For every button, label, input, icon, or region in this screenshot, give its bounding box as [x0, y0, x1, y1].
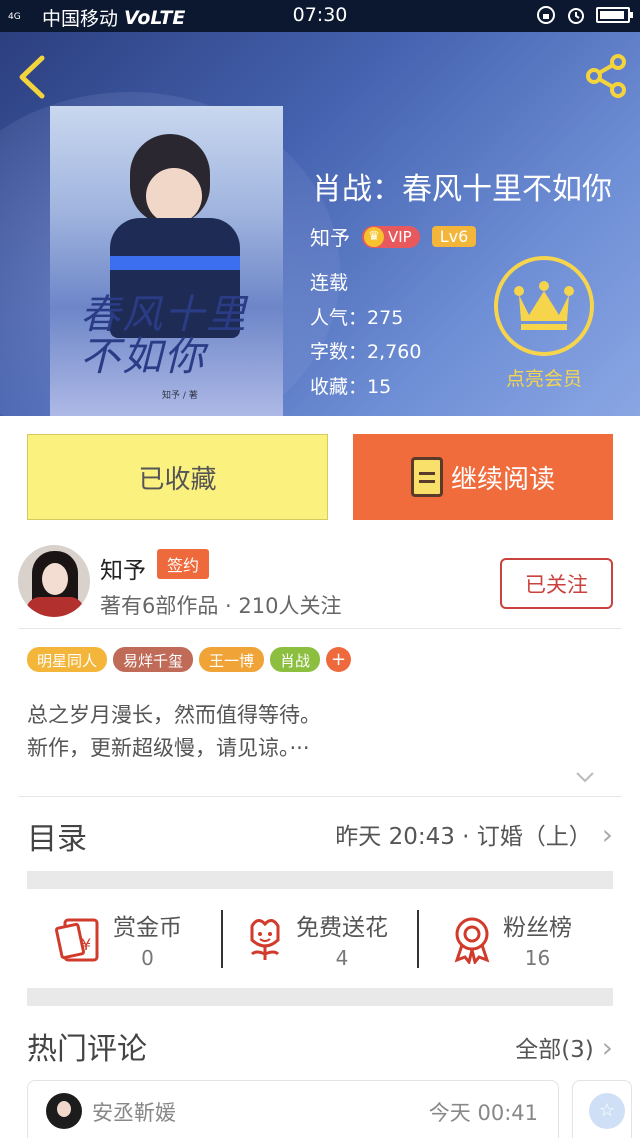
author-avatar[interactable]	[18, 545, 90, 617]
add-tag-button[interactable]: +	[326, 647, 352, 672]
lock-rotation-icon	[537, 6, 555, 24]
section-separator	[27, 871, 613, 889]
chevron-right-icon: ›	[601, 1030, 613, 1064]
book-title: 肖战：春风十里不如你	[312, 172, 612, 207]
member-button[interactable]: 点亮会员	[486, 256, 602, 391]
medal-icon	[454, 917, 490, 964]
latest-chapter-text: 昨天 20:43 · 订婚（上）	[335, 824, 592, 850]
vip-label: VIP	[388, 227, 412, 246]
tag-list: 明星同人 易烊千玺 王一博 肖战 +	[27, 647, 352, 672]
words-stat: 字数：2,760	[310, 341, 422, 363]
status-bar: 4G 中国移动 VoLTE 07:30	[0, 0, 640, 32]
section-separator	[27, 988, 613, 1006]
battery-icon	[596, 7, 633, 23]
book-author-row: 知予 ♛ VIP Lv6	[310, 222, 477, 251]
svg-text:¥: ¥	[81, 935, 91, 954]
level-badge: Lv6	[431, 226, 477, 247]
reward-count: 4	[335, 946, 349, 970]
author-summary: 著有6部作品 · 210人关注	[100, 594, 342, 618]
favorited-button[interactable]: 已收藏	[27, 434, 328, 520]
favorites-stat: 收藏：15	[310, 375, 392, 398]
avatar[interactable]: ☆	[589, 1093, 625, 1129]
book-icon	[410, 457, 443, 497]
description-line: 新作，更新超级慢，请见谅。···	[27, 736, 310, 760]
continue-reading-button[interactable]: 继续阅读	[353, 434, 613, 520]
reward-coins-button[interactable]: ¥ 赏金币 0	[55, 900, 182, 978]
cover-author-art: 知予 / 著	[162, 391, 198, 401]
book-status: 连载	[310, 272, 349, 294]
book-stats: 连载 人气：275 字数：2,760 收藏：15	[310, 266, 421, 404]
crown-icon	[514, 281, 574, 330]
cover-figure-stripe	[110, 256, 240, 270]
tag-chip[interactable]: 易烊千玺	[113, 647, 194, 672]
fan-ranking-button[interactable]: 粉丝榜 16	[449, 900, 572, 978]
back-arrow-icon	[19, 55, 45, 99]
divider	[18, 628, 622, 629]
divider	[18, 796, 622, 797]
popularity-stat: 人气：275	[310, 306, 404, 329]
comment-card[interactable]: 安丞靳媛 今天 00:41	[27, 1080, 559, 1138]
continue-reading-label: 继续阅读	[450, 464, 555, 495]
all-comments-link[interactable]: 全部(3) ›	[515, 1030, 613, 1064]
vip-badge: ♛ VIP	[362, 225, 420, 248]
alarm-icon	[568, 8, 584, 24]
comment-card[interactable]: ☆	[572, 1080, 632, 1138]
member-ring	[494, 256, 594, 356]
reward-label: 免费送花	[296, 915, 388, 941]
avatar[interactable]	[46, 1093, 82, 1129]
vertical-divider	[221, 910, 223, 968]
chevron-right-icon: ›	[601, 817, 613, 851]
toc-latest-chapter[interactable]: 昨天 20:43 · 订婚（上） ›	[335, 817, 613, 851]
share-button[interactable]	[582, 52, 630, 100]
red-envelope-icon: ¥	[55, 918, 99, 962]
cover-title-art: 春风十里不如你	[80, 292, 248, 380]
tag-chip[interactable]: 王一博	[199, 647, 265, 672]
all-comments-label: 全部(3)	[515, 1037, 594, 1063]
comment-username[interactable]: 安丞靳媛	[92, 1097, 176, 1127]
comment-time: 今天 00:41	[428, 1101, 538, 1125]
chevron-down-icon[interactable]	[574, 766, 596, 788]
flower-icon	[250, 919, 280, 960]
book-cover[interactable]: 春风十里不如你 知予 / 著	[50, 106, 283, 416]
author-name[interactable]: 知予	[100, 551, 146, 585]
book-description[interactable]: 总之岁月漫长，然而值得等待。 新作，更新超级慢，请见谅。···	[27, 699, 321, 765]
follow-button[interactable]: 已关注	[500, 558, 613, 609]
tag-chip[interactable]: 肖战	[270, 647, 321, 672]
status-right	[536, 5, 633, 25]
free-flower-button[interactable]: 免费送花 4	[242, 900, 388, 978]
reward-count: 0	[141, 946, 154, 970]
reward-label: 赏金币	[113, 915, 182, 941]
reward-count: 16	[524, 946, 551, 970]
description-line: 总之岁月漫长，然而值得等待。	[27, 703, 321, 727]
tag-chip[interactable]: 明星同人	[27, 647, 108, 672]
signed-badge: 签约	[157, 549, 210, 579]
back-button[interactable]	[14, 54, 54, 102]
hot-comments-title: 热门评论	[27, 1032, 147, 1067]
share-icon	[586, 54, 626, 98]
member-label: 点亮会员	[505, 368, 582, 390]
cover-figure-face	[146, 168, 202, 224]
vertical-divider	[417, 910, 419, 968]
book-author[interactable]: 知予	[310, 222, 350, 251]
crown-icon: ♛	[364, 226, 384, 247]
reward-label: 粉丝榜	[503, 915, 572, 941]
toc-label[interactable]: 目录	[27, 814, 87, 858]
reward-row: ¥ 赏金币 0 免费送花 4 粉丝榜 16	[27, 900, 613, 978]
book-header: 春风十里不如你 知予 / 著 肖战：春风十里不如你 知予 ♛ VIP Lv6 连…	[0, 32, 640, 416]
